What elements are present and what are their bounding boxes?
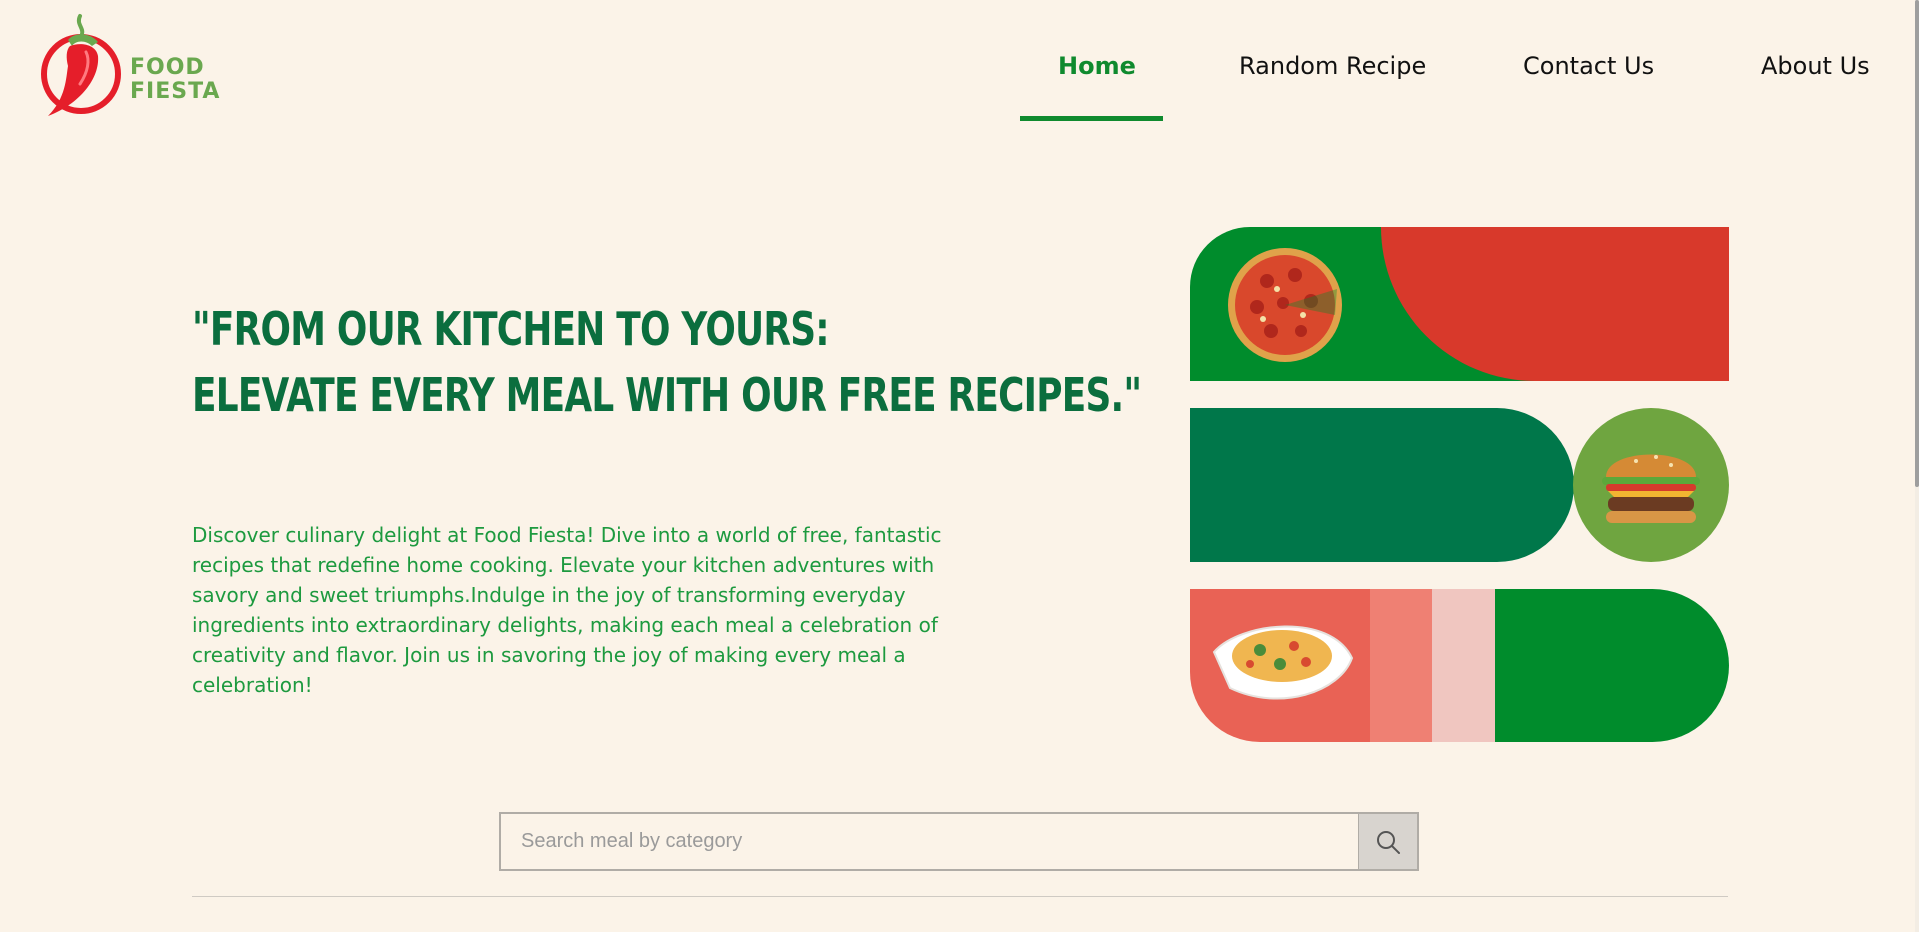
hero-description: Discover culinary delight at Food Fiesta… (192, 523, 942, 697)
brand-line2: FIESTA (130, 79, 221, 104)
scrollbar-thumb[interactable] (1915, 0, 1919, 487)
food-collage (1190, 227, 1729, 742)
search-icon (1377, 830, 1400, 854)
collage-pink-strip (1432, 589, 1495, 742)
hero-title: "FROM OUR KITCHEN TO YOURS: ELEVATE EVER… (192, 296, 1142, 428)
chili-pepper-icon (41, 14, 121, 116)
nav-contact-us[interactable]: Contact Us (1523, 52, 1654, 80)
search-button[interactable] (1358, 814, 1417, 869)
hero-title-line2: ELEVATE EVERY MEAL WITH OUR FREE RECIPES… (192, 368, 1142, 422)
pizza-image (1228, 248, 1342, 362)
nav-about-us[interactable]: About Us (1761, 52, 1870, 80)
collage-green-pill (1495, 589, 1729, 742)
brand-logo[interactable]: FOOD FIESTA (40, 12, 240, 122)
nav-random-recipe[interactable]: Random Recipe (1239, 52, 1426, 80)
collage-light-salmon-strip (1370, 589, 1433, 742)
section-divider (192, 896, 1728, 897)
nav-active-indicator (1020, 116, 1163, 121)
pasta-bowl-image (1212, 625, 1354, 700)
collage-dark-green-pill (1190, 408, 1574, 562)
hero-title-line1: "FROM OUR KITCHEN TO YOURS: (192, 302, 830, 356)
burger-image (1602, 454, 1700, 523)
brand-name: FOOD FIESTA (130, 56, 220, 104)
search-bar (499, 812, 1419, 871)
search-input[interactable] (501, 814, 1357, 869)
nav-home[interactable]: Home (1058, 52, 1136, 80)
brand-line1: FOOD (130, 55, 205, 80)
